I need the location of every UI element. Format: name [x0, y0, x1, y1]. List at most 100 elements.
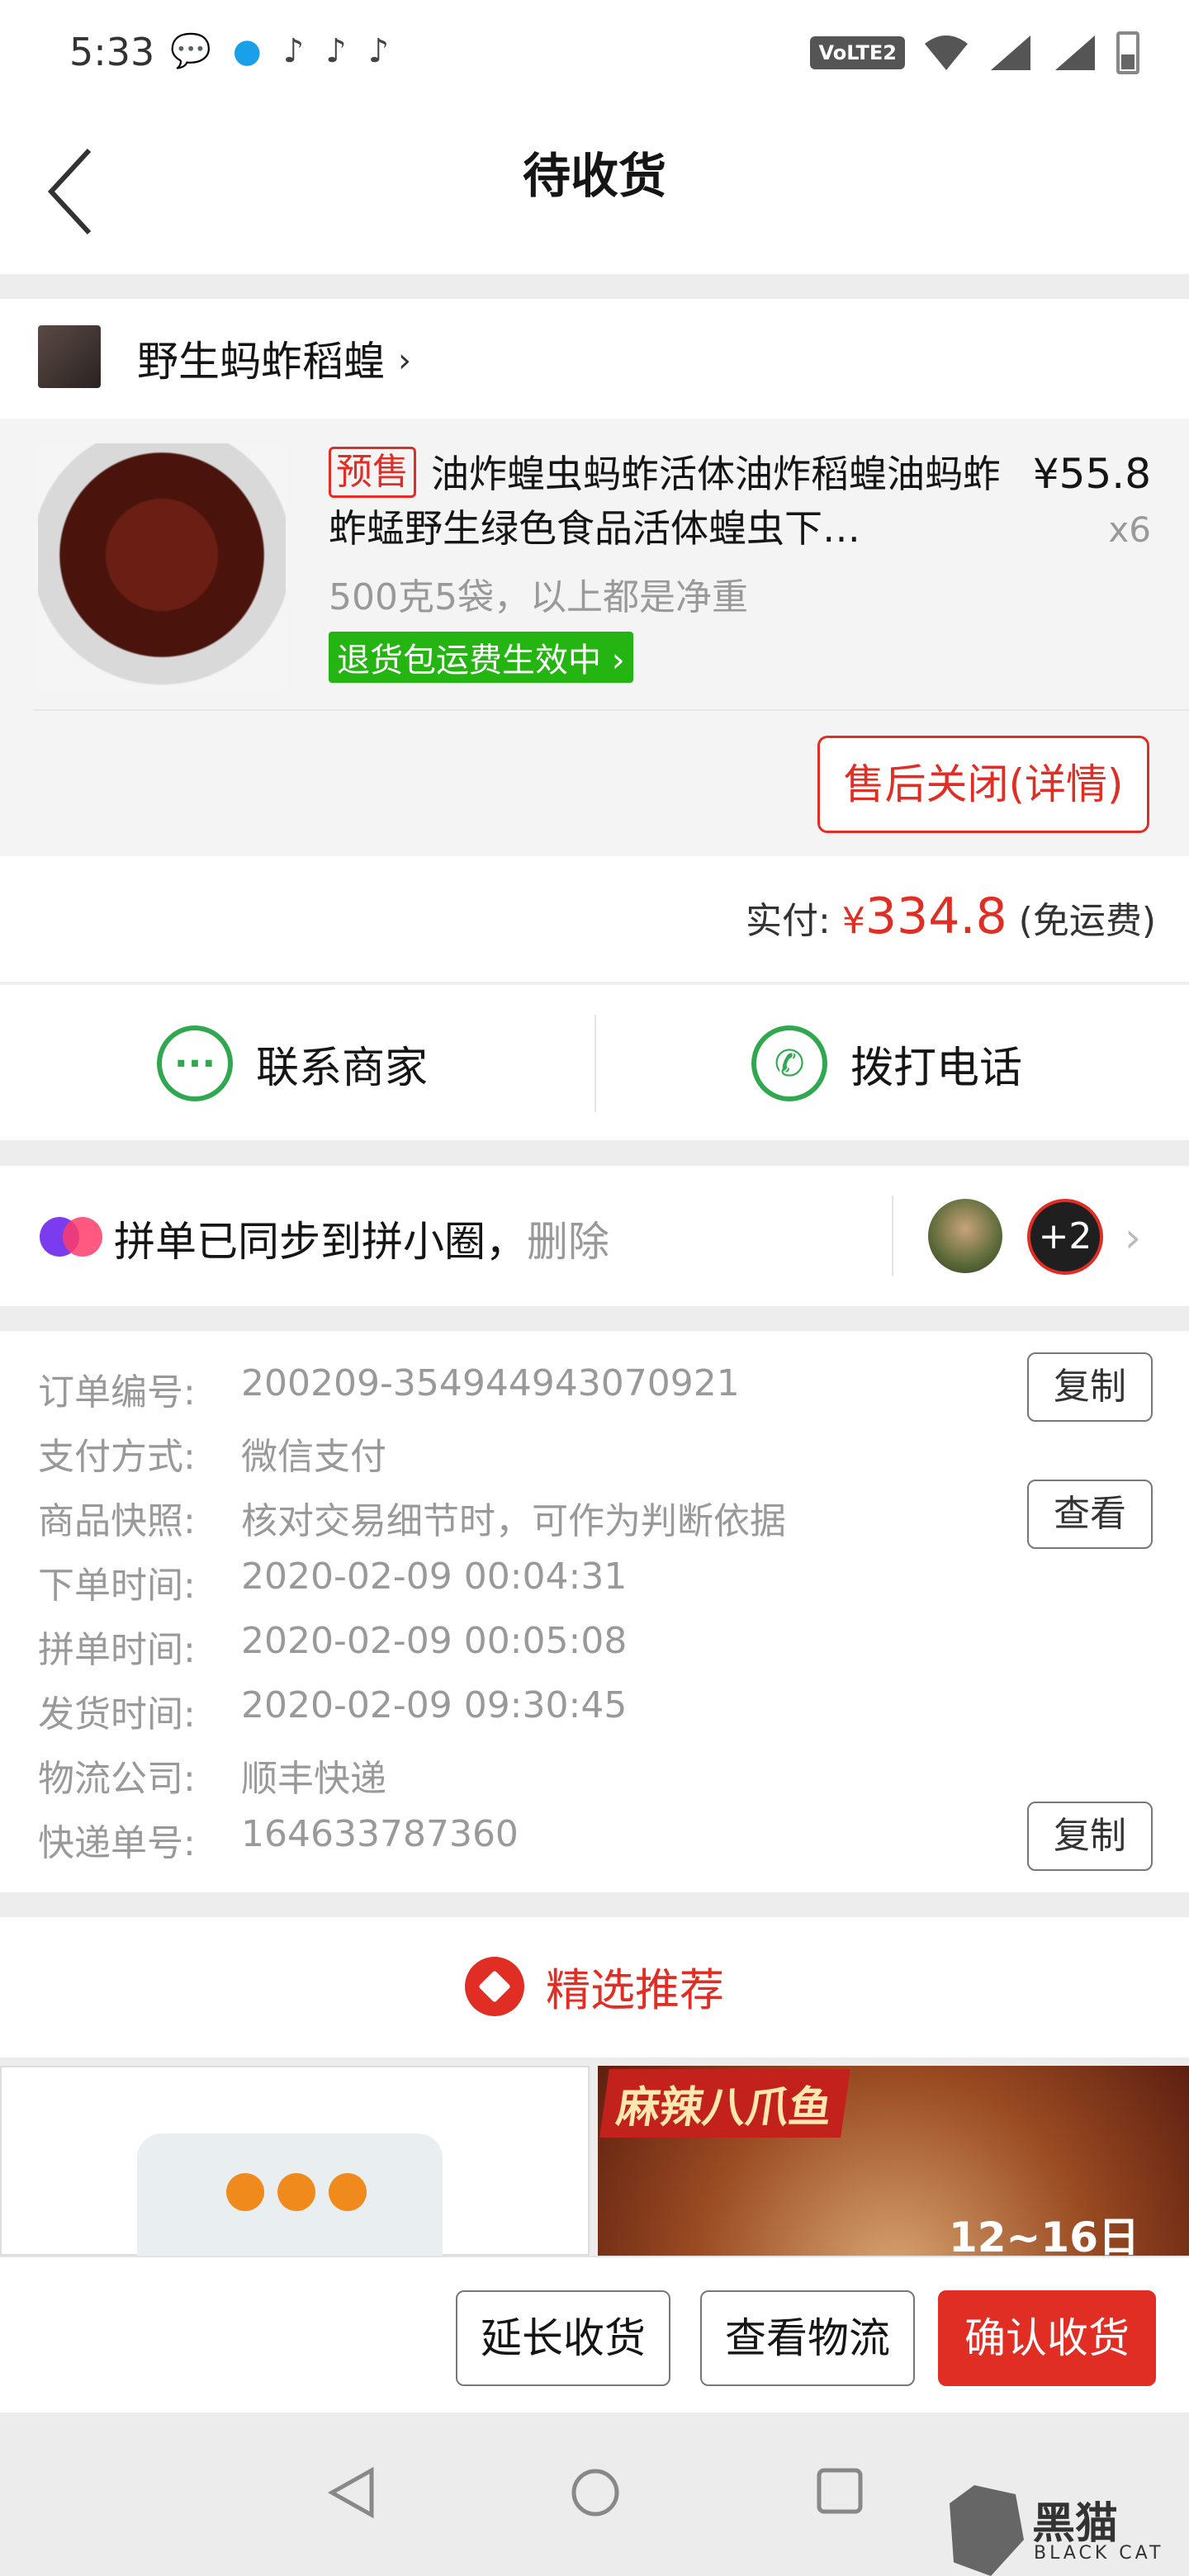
info-label: 快递单号: [38, 1822, 196, 1864]
divider [892, 1196, 893, 1276]
info-value: 200209-354944943070921 [241, 1362, 740, 1404]
info-label: 商品快照: [38, 1500, 196, 1542]
info-label: 下单时间: [38, 1565, 196, 1607]
view-snapshot-button[interactable]: 查看 [1027, 1480, 1153, 1549]
divider [33, 709, 1189, 711]
info-label: 物流公司: [38, 1758, 196, 1800]
pinxiaoquan-icon [40, 1217, 102, 1257]
status-bar: 5:33 💬 ● ♪ ♪ ♪ VoLTE2 [0, 0, 1189, 109]
copy-order-number-button[interactable]: 复制 [1027, 1352, 1153, 1422]
tiktok-icon: ♪ [325, 31, 347, 70]
recommend-header: 精选推荐 [0, 1917, 1189, 2057]
avatar[interactable] [928, 1199, 1002, 1273]
bottom-action-bar: 延长收货 查看物流 确认收货 [0, 2256, 1189, 2413]
recommend-card[interactable]: 麻辣八爪鱼 12~16日 [598, 2066, 1189, 2256]
recommend-banner-date: 12~16日 [948, 2214, 1139, 2256]
store-avatar [38, 325, 101, 388]
goods-image[interactable] [38, 443, 286, 691]
info-row-order-time: 下单时间: 2020-02-09 00:04:31 [38, 1556, 628, 1607]
info-row-tracking-number: 快递单号: 164633787360 [38, 1813, 519, 1864]
heart-icon [465, 1956, 524, 2016]
status-app-icons: 💬 ● ♪ ♪ ♪ [170, 31, 389, 71]
tiktok-icon: ♪ [282, 31, 305, 70]
wechat-icon: 💬 [170, 32, 211, 70]
product-image-dot [329, 2173, 367, 2211]
paid-currency: ¥ [841, 900, 865, 942]
status-right: VoLTE2 [810, 31, 1139, 74]
wifi-icon [925, 36, 968, 70]
return-freight-label: 退货包运费生效中 [337, 642, 601, 680]
group-sync-text: 拼单已同步到拼小圈，删除 [114, 1209, 609, 1268]
black-cat-watermark: 黑猫 BLACK CAT [941, 2485, 1164, 2576]
paid-note: (免运费) [1018, 900, 1156, 942]
info-label: 拼单时间: [38, 1629, 196, 1671]
info-row-order-number: 订单编号: 200209-354944943070921 [38, 1362, 740, 1413]
avatar-more-count[interactable]: +2 [1027, 1199, 1103, 1275]
battery-icon [1116, 31, 1139, 74]
cat-logo-icon [950, 2485, 1024, 2576]
product-image-dot [277, 2173, 315, 2211]
order-info: 订单编号: 200209-354944943070921 复制 支付方式: 微信… [0, 1331, 1189, 1892]
info-label: 发货时间: [38, 1693, 196, 1735]
signal-icon [1055, 36, 1095, 70]
group-delete-link[interactable]: 删除 [527, 1218, 609, 1266]
group-sync-bar[interactable]: 拼单已同步到拼小圈，删除 +2 › [0, 1166, 1189, 1306]
info-row-snapshot: 商品快照: 核对交易细节时，可作为判断依据 [38, 1491, 786, 1542]
product-image-dot [226, 2173, 264, 2211]
info-value: 顺丰快递 [241, 1758, 386, 1800]
home-circle-icon[interactable] [570, 2467, 621, 2518]
watermark-text: 黑猫 [1032, 2499, 1119, 2549]
goods-spec: 500克5袋，以上都是净重 [329, 576, 748, 618]
paid-amount: 334.8 [865, 888, 1007, 945]
chat-icon: ··· [157, 1025, 233, 1101]
info-value: 164633787360 [241, 1813, 519, 1855]
contact-bar: ··· 联系商家 ✆ 拨打电话 [0, 983, 1189, 1140]
phone-icon: ✆ [751, 1025, 827, 1101]
contact-merchant-button[interactable]: ··· 联系商家 [157, 985, 428, 1142]
recommend-title-row: 精选推荐 [0, 1953, 1189, 2019]
chevron-right-icon[interactable]: › [1125, 1214, 1141, 1262]
goods-card[interactable]: 油炸蝗虫蚂蚱活体油炸稻蝗油蚂蚱蚱蜢野生绿色食品活体蝗虫下… 预售 ¥55.8 x… [0, 419, 1189, 856]
paid-row: 实付: ¥334.8 (免运费) [746, 888, 1156, 945]
payment-summary: 实付: ¥334.8 (免运费) [0, 856, 1189, 982]
confirm-receipt-button[interactable]: 确认收货 [938, 2290, 1156, 2386]
call-phone-button[interactable]: ✆ 拨打电话 [751, 985, 1022, 1142]
recommend-card[interactable] [0, 2066, 590, 2257]
goods-title[interactable]: 油炸蝗虫蚂蚱活体油炸稻蝗油蚂蚱蚱蜢野生绿色食品活体蝗虫下… [329, 447, 1006, 556]
info-value: 2020-02-09 00:04:31 [241, 1556, 628, 1598]
volte-badge: VoLTE2 [810, 36, 905, 69]
contact-merchant-label: 联系商家 [256, 1043, 429, 1093]
info-row-carrier: 物流公司: 顺丰快递 [38, 1749, 386, 1800]
info-value: 2020-02-09 09:30:45 [241, 1684, 628, 1726]
back-triangle-icon[interactable] [327, 2465, 377, 2520]
store-name[interactable]: 野生蚂蚱稻蝗 [137, 329, 385, 388]
info-label: 支付方式: [38, 1436, 196, 1478]
watermark-sub: BLACK CAT [1034, 2543, 1164, 2564]
view-logistics-button[interactable]: 查看物流 [700, 2290, 915, 2386]
qq-icon: ● [232, 31, 262, 70]
info-label: 订单编号: [38, 1371, 196, 1413]
recommend-banner-label: 麻辣八爪鱼 [599, 2069, 850, 2138]
page-title: 待收货 [522, 148, 666, 204]
info-row-group-time: 拼单时间: 2020-02-09 00:05:08 [38, 1620, 628, 1671]
aftersale-detail-button[interactable]: 售后关闭(详情) [817, 736, 1149, 833]
call-phone-label: 拨打电话 [850, 1043, 1023, 1093]
extend-receipt-button[interactable]: 延长收货 [456, 2290, 670, 2386]
copy-tracking-button[interactable]: 复制 [1027, 1802, 1153, 1871]
recents-square-icon[interactable] [816, 2467, 864, 2515]
info-value: 微信支付 [241, 1436, 386, 1478]
group-sync-label: 拼单已同步到拼小圈， [114, 1218, 527, 1266]
info-value: 2020-02-09 00:05:08 [241, 1620, 628, 1662]
presale-badge: 预售 [329, 447, 416, 498]
chevron-right-icon: › [398, 342, 411, 380]
info-value: 核对交易细节时，可作为判断依据 [241, 1500, 786, 1542]
goods-price: ¥55.8 [1032, 450, 1151, 498]
info-row-ship-time: 发货时间: 2020-02-09 09:30:45 [38, 1684, 628, 1735]
return-freight-badge[interactable]: 退货包运费生效中 › [329, 632, 633, 683]
recommend-title: 精选推荐 [546, 1964, 724, 2016]
store-header[interactable]: 野生蚂蚱稻蝗 › [0, 299, 1189, 419]
paid-label: 实付: [746, 900, 831, 942]
divider [594, 1015, 596, 1112]
status-time: 5:33 [69, 30, 155, 74]
signal-icon [991, 36, 1030, 70]
